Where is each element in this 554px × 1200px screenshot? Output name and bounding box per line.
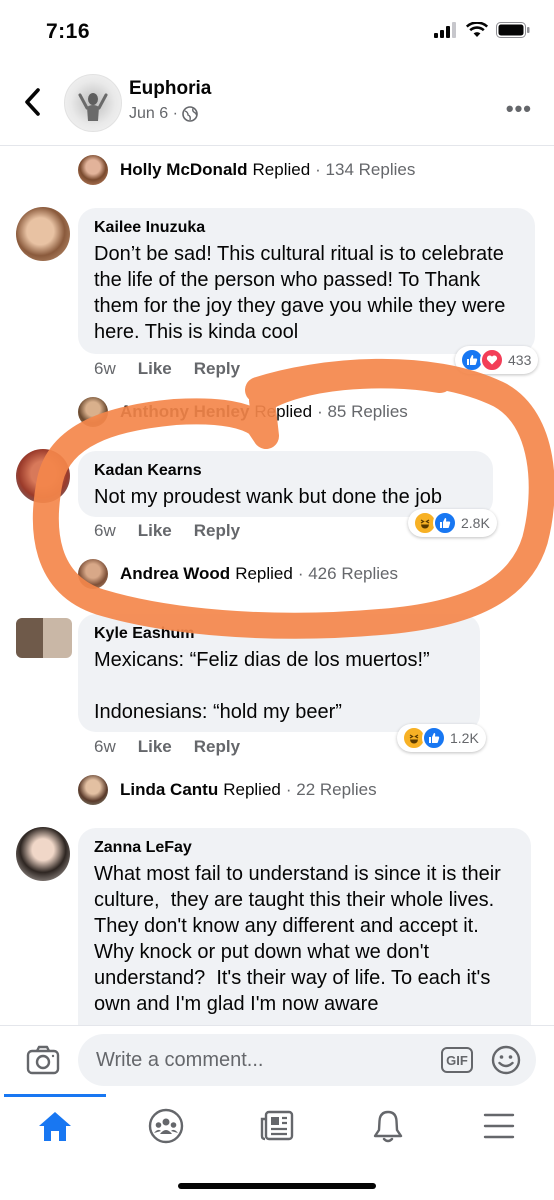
comment-text: What most fail to understand is since it… bbox=[94, 863, 507, 1015]
header-divider bbox=[0, 145, 554, 146]
reaction-count: 2.8K bbox=[461, 515, 490, 531]
replies-link[interactable]: Linda Cantu Replied · 22 Replies bbox=[78, 773, 377, 807]
home-icon bbox=[39, 1112, 71, 1141]
tab-menu[interactable] bbox=[479, 1108, 519, 1144]
replies-link[interactable]: Anthony Henley Replied · 85 Replies bbox=[78, 395, 408, 429]
reply-verb: Replied bbox=[252, 160, 311, 179]
tab-news[interactable] bbox=[257, 1108, 297, 1144]
comment-time[interactable]: 6w bbox=[94, 737, 116, 757]
like-reaction-icon bbox=[422, 726, 446, 750]
comment-author[interactable]: Kyle Eashum bbox=[94, 625, 464, 643]
group-avatar[interactable] bbox=[64, 74, 122, 132]
replies-link[interactable]: Holly McDonald Replied · 134 Replies bbox=[78, 153, 415, 187]
emoji-icon[interactable] bbox=[490, 1044, 522, 1076]
reply-author: Holly McDonald bbox=[120, 160, 248, 179]
reply-count: · 426 Replies bbox=[297, 564, 399, 583]
reply-author: Anthony Henley bbox=[120, 402, 250, 421]
notifications-icon bbox=[373, 1110, 403, 1143]
reply-count: · 134 Replies bbox=[315, 160, 416, 179]
post-meta: Jun 6 · bbox=[129, 105, 198, 123]
reply-author: Andrea Wood bbox=[120, 564, 231, 583]
comment-bubble: Zanna LeFay What most fail to understand… bbox=[78, 828, 531, 1058]
tab-notifications[interactable] bbox=[368, 1108, 408, 1144]
avatar bbox=[78, 155, 108, 185]
avatar bbox=[78, 559, 108, 589]
comment-text: Not my proudest wank but done the job bbox=[94, 486, 442, 508]
like-button[interactable]: Like bbox=[138, 737, 172, 757]
avatar[interactable] bbox=[16, 449, 70, 503]
comment-author[interactable]: Kadan Kearns bbox=[94, 462, 477, 480]
comment-time[interactable]: 6w bbox=[94, 359, 116, 379]
comment-actions: 6w Like Reply bbox=[94, 521, 240, 541]
reply-verb: Replied bbox=[254, 402, 313, 421]
avatar bbox=[78, 397, 108, 427]
comment-actions: 6w Like Reply bbox=[94, 737, 240, 757]
post-date: Jun 6 · bbox=[129, 105, 178, 122]
comment-bubble: Kyle Eashum Mexicans: “Feliz dias de los… bbox=[78, 614, 480, 732]
comment-text: Mexicans: “Feliz dias de los muertos!” I… bbox=[94, 649, 430, 723]
reaction-summary[interactable]: 1.2K bbox=[397, 724, 486, 752]
comment-bubble: Kadan Kearns Not my proudest wank but do… bbox=[78, 451, 493, 517]
tab-home[interactable] bbox=[35, 1108, 75, 1144]
groups-icon bbox=[148, 1108, 184, 1144]
reply-verb: Replied bbox=[223, 780, 281, 799]
globe-icon bbox=[182, 106, 198, 122]
like-button[interactable]: Like bbox=[138, 521, 172, 541]
reply-button[interactable]: Reply bbox=[194, 737, 240, 757]
comment-actions: 6w Like Reply bbox=[94, 359, 240, 379]
status-icons bbox=[434, 22, 530, 38]
comment-bubble: Kailee Inuzuka Don’t be sad! This cultur… bbox=[78, 208, 535, 354]
group-name[interactable]: Euphoria bbox=[129, 78, 211, 100]
replies-link[interactable]: Andrea Wood Replied · 426 Replies bbox=[78, 557, 398, 591]
battery-icon bbox=[496, 22, 530, 38]
comment-time[interactable]: 6w bbox=[94, 521, 116, 541]
comment-author[interactable]: Zanna LeFay bbox=[94, 839, 515, 857]
reply-count: · 22 Replies bbox=[285, 780, 377, 799]
reaction-summary[interactable]: 433 bbox=[455, 346, 539, 374]
like-button[interactable]: Like bbox=[138, 359, 172, 379]
comment-text: Don’t be sad! This cultural ritual is to… bbox=[94, 243, 511, 343]
reply-count: · 85 Replies bbox=[317, 402, 408, 421]
reply-verb: Replied bbox=[235, 564, 293, 583]
back-chevron-icon[interactable] bbox=[20, 86, 46, 118]
more-options-icon[interactable]: ••• bbox=[506, 96, 532, 122]
tab-groups[interactable] bbox=[146, 1108, 186, 1144]
avatar[interactable] bbox=[16, 827, 70, 881]
wifi-icon bbox=[466, 22, 488, 37]
home-indicator bbox=[178, 1183, 376, 1189]
camera-icon[interactable] bbox=[26, 1043, 60, 1077]
active-tab-indicator bbox=[4, 1094, 106, 1097]
love-reaction-icon bbox=[480, 348, 504, 372]
news-icon bbox=[260, 1110, 294, 1141]
reaction-count: 1.2K bbox=[450, 730, 479, 746]
cellular-signal-icon bbox=[434, 22, 456, 38]
reaction-summary[interactable]: 2.8K bbox=[408, 509, 497, 537]
avatar[interactable] bbox=[16, 207, 70, 261]
reaction-count: 433 bbox=[508, 352, 532, 368]
avatar[interactable] bbox=[16, 618, 72, 658]
status-time: 7:16 bbox=[46, 20, 91, 43]
reply-author: Linda Cantu bbox=[120, 780, 219, 799]
menu-icon bbox=[483, 1113, 515, 1139]
avatar bbox=[78, 775, 108, 805]
group-figure-icon bbox=[78, 93, 108, 121]
reply-button[interactable]: Reply bbox=[194, 359, 240, 379]
like-reaction-icon bbox=[433, 511, 457, 535]
comment-author[interactable]: Kailee Inuzuka bbox=[94, 219, 519, 237]
gif-button[interactable]: GIF bbox=[441, 1047, 473, 1073]
reply-button[interactable]: Reply bbox=[194, 521, 240, 541]
